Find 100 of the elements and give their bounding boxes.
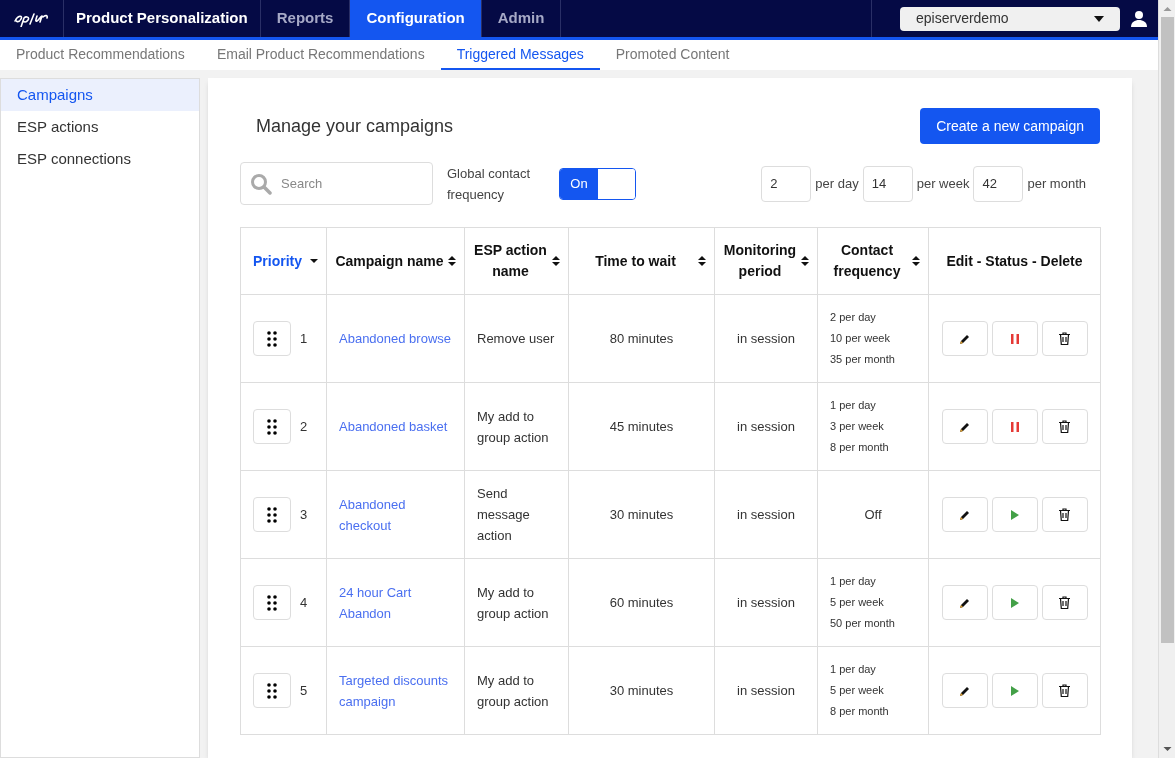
play-icon [1010,685,1019,696]
priority-number: 2 [300,417,308,436]
edit-button[interactable] [941,673,988,708]
create-campaign-button[interactable]: Create a new campaign [920,108,1100,144]
sub-tab[interactable]: Promoted Content [615,40,730,70]
pause-button[interactable] [991,321,1038,356]
nav-tab[interactable]: Configuration [350,0,482,37]
frequency-text: 3 per week [830,419,885,434]
sidebar-item[interactable]: ESP actions [1,111,199,143]
sort-icon[interactable] [698,256,706,266]
product-title: Product Personalization [64,0,261,37]
frequency-text: 10 per week [830,331,891,346]
drag-dots-icon [267,594,277,611]
priority-number: 1 [300,329,308,348]
site-dropdown[interactable]: episerverdemo [900,6,1120,31]
frequency-text: 50 per month [830,616,896,631]
sort-icon[interactable] [552,256,560,266]
frequency-text: 8 per month [830,440,890,455]
caret-icon [1094,15,1104,22]
table-cell: in session [737,594,795,610]
frequency-input[interactable]: 42 [973,165,1024,202]
table-cell: in session [737,418,795,434]
drag-dots-icon [267,330,277,347]
delete-button[interactable] [1041,585,1088,620]
delete-button[interactable] [1041,497,1088,532]
sort-icon[interactable] [801,256,809,266]
delete-button[interactable] [1041,673,1088,708]
sidebar-item[interactable]: Campaigns [1,79,199,111]
frequency-input[interactable]: 2 [761,165,812,202]
sub-tab[interactable]: Triggered Messages [440,40,600,70]
search-field[interactable]: Search [240,162,433,205]
delete-button[interactable] [1041,409,1088,444]
edit-button[interactable] [941,585,988,620]
unit-label: per week [916,174,970,193]
play-icon [1010,509,1019,520]
drag-handle[interactable] [253,321,291,356]
drag-dots-icon [267,418,277,435]
table-cell: 80 minutes [609,330,674,346]
sort-icon[interactable] [912,256,920,266]
table-cell: 45 minutes [609,418,674,434]
toggle-switch[interactable]: On [559,167,636,200]
table-cell: in session [737,506,795,522]
sort-desc-icon[interactable] [310,256,318,266]
drag-handle[interactable] [253,497,291,532]
pause-icon [1010,333,1019,344]
unit-label: per month [1027,174,1086,193]
priority-number: 5 [300,681,308,700]
trash-icon [1059,332,1070,345]
page-title: Manage your campaigns [256,114,454,138]
pencil-icon [958,332,971,345]
pencil-icon [958,596,971,609]
table-cell: 30 minutes [609,506,674,522]
trash-icon [1059,684,1070,697]
frequency-text: 1 per day [830,662,877,677]
search-icon [250,173,272,195]
pause-button[interactable] [991,409,1038,444]
user-icon[interactable] [1130,9,1148,28]
play-icon [1010,597,1019,608]
frequency-text: 8 per month [830,704,890,719]
trash-icon [1059,508,1070,521]
drag-handle[interactable] [253,585,291,620]
edit-button[interactable] [941,321,988,356]
edit-button[interactable] [941,497,988,532]
drag-dots-icon [267,682,277,699]
frequency-text: 2 per day [830,310,877,325]
sub-tab[interactable]: Email Product Recommendations [216,40,425,70]
frequency-text: 1 per day [830,574,877,589]
frequency-text: 5 per week [830,683,885,698]
table-cell-text: My add to group action [477,407,550,447]
campaign-link[interactable]: Abandoned basket [339,416,452,437]
table-cell: in session [737,330,795,346]
nav-tab[interactable]: Admin [481,0,562,37]
sidebar-item[interactable]: ESP connections [1,143,199,175]
table-cell-text: Send message action [477,485,531,545]
trash-icon [1059,420,1070,433]
sort-icon[interactable] [448,256,456,266]
pencil-icon [958,508,971,521]
sub-tab[interactable]: Product Recommendations [16,40,185,70]
frequency-text: 5 per week [830,595,885,610]
table-cell-text: Remove user [477,330,556,348]
drag-handle[interactable] [253,673,291,708]
frequency-text: 35 per month [830,352,896,367]
delete-button[interactable] [1041,321,1088,356]
scrollbar[interactable] [1158,0,1175,758]
pencil-icon [958,420,971,433]
edit-button[interactable] [941,409,988,444]
pencil-icon [958,684,971,697]
frequency-input[interactable]: 14 [862,165,913,202]
unit-label: per day [815,174,859,193]
table-cell: in session [737,682,795,698]
table-cell: 30 minutes [609,682,674,698]
drag-handle[interactable] [253,409,291,444]
frequency-text: Off [863,505,883,524]
global-frequency-label: Global contact frequency [447,164,532,204]
drag-dots-icon [267,506,277,523]
frequency-text: 1 per day [830,398,877,413]
table-cell: 60 minutes [609,594,674,610]
priority-number: 3 [300,505,308,524]
priority-number: 4 [300,593,308,612]
campaign-link[interactable]: Abandoned browse [339,328,452,349]
